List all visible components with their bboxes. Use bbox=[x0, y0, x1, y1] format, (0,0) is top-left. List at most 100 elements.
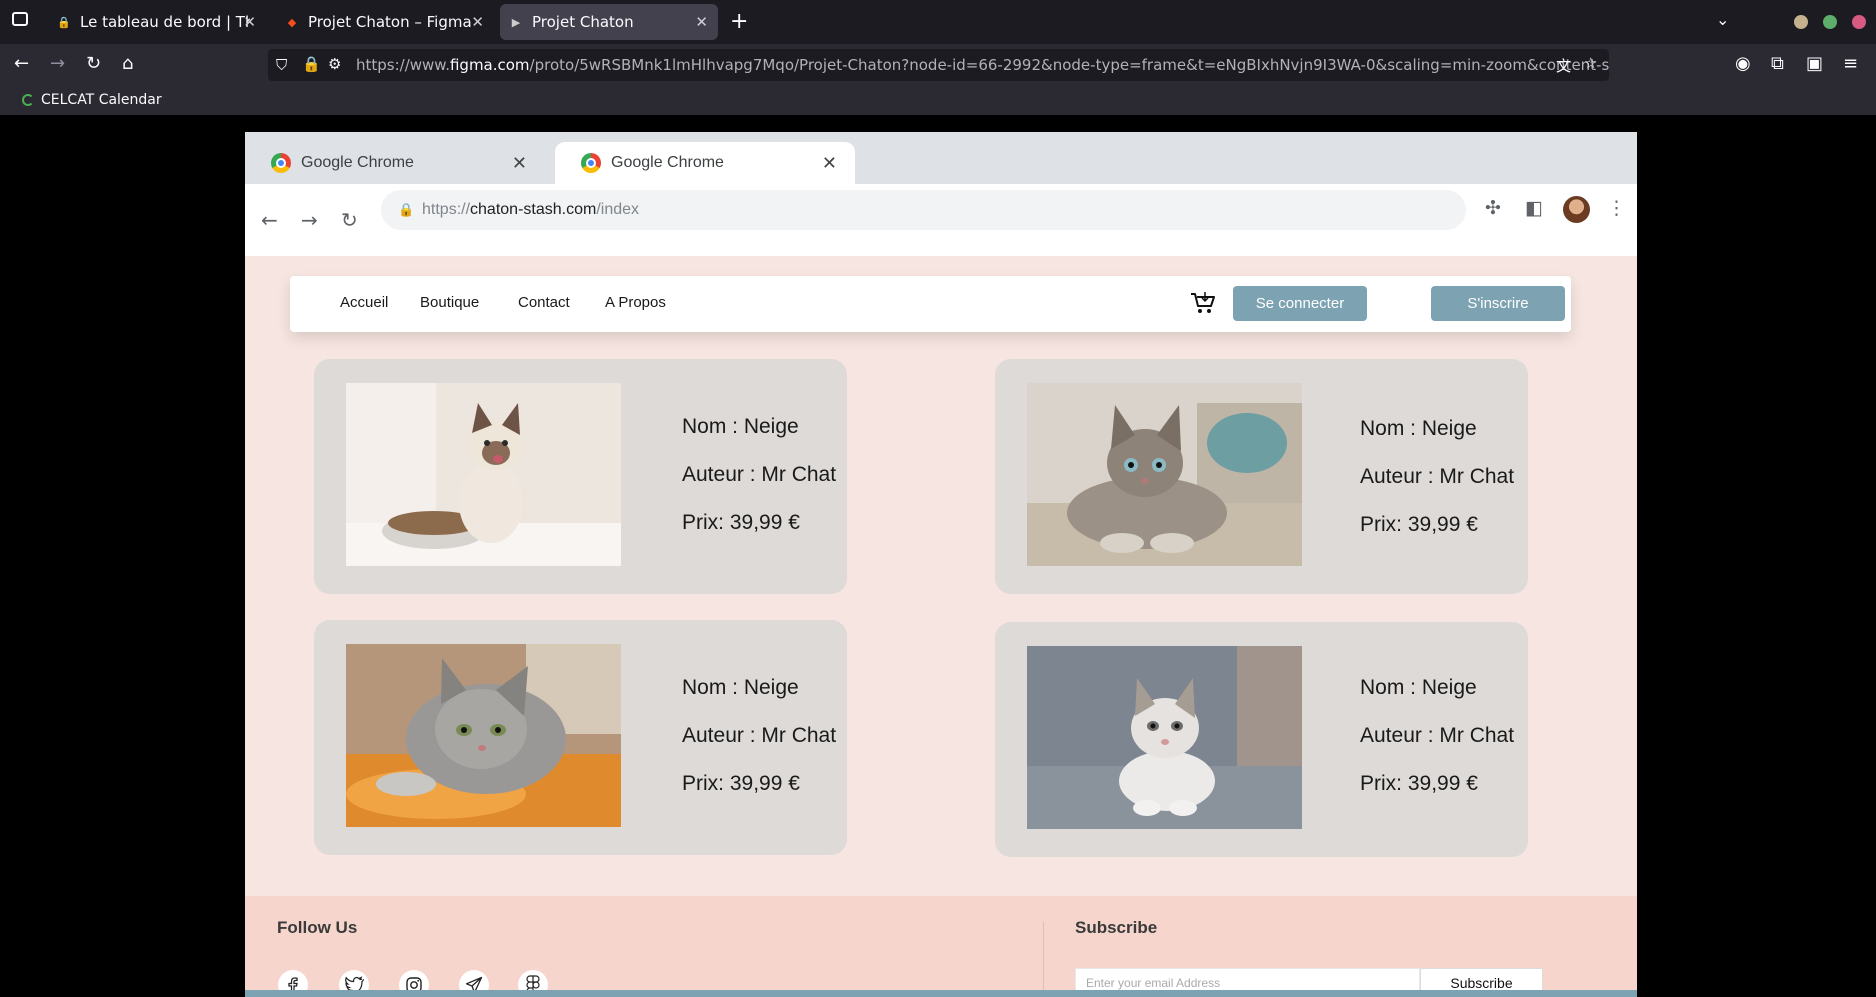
product-name: Nom : Neige bbox=[1360, 676, 1477, 699]
product-author: Auteur : Mr Chat bbox=[1360, 724, 1515, 747]
chevron-down-icon[interactable]: ⌄ bbox=[1716, 10, 1729, 29]
signup-button[interactable]: S'inscrire bbox=[1431, 286, 1565, 321]
home-icon[interactable]: ⌂ bbox=[122, 53, 133, 74]
extensions-icon[interactable]: ⧉ bbox=[1771, 53, 1784, 74]
nav-accueil[interactable]: Accueil bbox=[340, 294, 388, 311]
product-price: Prix: 39,99 € bbox=[682, 772, 800, 795]
site-navbar: Accueil Boutique Contact A Propos Se con… bbox=[290, 276, 1571, 332]
product-name: Nom : Neige bbox=[682, 676, 799, 699]
menu-icon[interactable]: ≡ bbox=[1843, 53, 1858, 74]
login-button[interactable]: Se connecter bbox=[1233, 286, 1367, 321]
product-card[interactable]: Nom : Neige Auteur : Mr Chat Prix: 39,99… bbox=[314, 620, 847, 855]
nav-boutique[interactable]: Boutique bbox=[420, 294, 479, 311]
kitten-image bbox=[1027, 383, 1302, 566]
close-window-button[interactable] bbox=[1852, 15, 1866, 29]
reload-icon[interactable]: ↻ bbox=[86, 53, 101, 74]
translate-icon[interactable]: 文 bbox=[1556, 55, 1571, 76]
play-icon: ▶ bbox=[511, 15, 521, 29]
follow-us-title: Follow Us bbox=[277, 918, 358, 937]
chrome-icon bbox=[581, 153, 601, 173]
outer-tab-bar: 🔒 Le tableau de bord | The H ✕ ◆ Projet … bbox=[0, 0, 1876, 44]
chrome-tab-strip: Google Chrome ✕ Google Chrome ✕ bbox=[245, 132, 1637, 184]
url-path: /index bbox=[596, 201, 640, 218]
chrome-tab-1[interactable]: Google Chrome ✕ bbox=[245, 142, 545, 184]
outer-nav-bar: ← → ↻ ⌂ https://www.figma.com/proto/5wRS… bbox=[0, 44, 1876, 87]
outer-url-bar[interactable]: https://www.figma.com/proto/5wRSBMnk1lmH… bbox=[268, 49, 1609, 81]
lock-icon[interactable]: 🔒 bbox=[302, 55, 321, 73]
back-icon[interactable]: ← bbox=[261, 208, 278, 232]
site-page: Accueil Boutique Contact A Propos Se con… bbox=[245, 256, 1637, 997]
permissions-icon[interactable]: ⚙ bbox=[328, 55, 341, 73]
loading-icon bbox=[22, 94, 34, 106]
url-path: /proto/5wRSBMnk1lmHlhvapg7Mqo/Projet-Cha… bbox=[529, 56, 1609, 74]
close-icon[interactable]: ✕ bbox=[512, 153, 527, 174]
chrome-tab-title: Google Chrome bbox=[611, 154, 724, 171]
product-info: Nom : Neige Auteur : Mr Chat Prix: 39,99… bbox=[1360, 405, 1514, 549]
close-icon[interactable]: ✕ bbox=[822, 153, 837, 174]
product-info: Nom : Neige Auteur : Mr Chat Prix: 39,99… bbox=[682, 664, 836, 808]
extensions-icon[interactable]: ✣ bbox=[1485, 197, 1501, 219]
lock-icon: 🔒 bbox=[57, 15, 71, 29]
forward-icon[interactable]: → bbox=[50, 53, 65, 74]
close-icon[interactable]: ✕ bbox=[471, 13, 484, 31]
chrome-icon bbox=[271, 153, 291, 173]
nav-contact[interactable]: Contact bbox=[518, 294, 570, 311]
product-card[interactable]: Nom : Neige Auteur : Mr Chat Prix: 39,99… bbox=[995, 622, 1528, 857]
chrome-tab-2[interactable]: Google Chrome ✕ bbox=[555, 142, 855, 184]
url-domain: chaton-stash.com bbox=[470, 201, 597, 218]
maximize-button[interactable] bbox=[1823, 15, 1837, 29]
product-author: Auteur : Mr Chat bbox=[682, 724, 837, 747]
outer-tab-title: Projet Chaton – Figma bbox=[308, 13, 472, 31]
outer-tab-figma[interactable]: ◆ Projet Chaton – Figma ✕ bbox=[276, 4, 494, 40]
forward-icon[interactable]: → bbox=[301, 208, 318, 232]
figma-icon: ◆ bbox=[287, 15, 297, 29]
product-author: Auteur : Mr Chat bbox=[1360, 465, 1515, 488]
product-author: Auteur : Mr Chat bbox=[682, 463, 837, 486]
url-prefix: https:// bbox=[422, 201, 471, 218]
outer-tab-title: Le tableau de bord | The H bbox=[80, 13, 250, 31]
outer-tab-projet-chaton[interactable]: ▶ Projet Chaton ✕ bbox=[500, 4, 718, 40]
cart-icon[interactable] bbox=[1190, 291, 1216, 315]
kitten-image bbox=[1027, 646, 1302, 829]
close-icon[interactable]: ✕ bbox=[243, 13, 256, 31]
star-icon[interactable]: ☆ bbox=[1584, 54, 1597, 72]
product-price: Prix: 39,99 € bbox=[682, 511, 800, 534]
url-prefix: https://www. bbox=[356, 56, 450, 74]
subscribe-title: Subscribe bbox=[1075, 918, 1158, 937]
chrome-mockup-frame: Google Chrome ✕ Google Chrome ✕ ← → ↻ 🔒 … bbox=[245, 132, 1637, 997]
reload-icon[interactable]: ↻ bbox=[341, 208, 358, 232]
outer-tab-dashboard[interactable]: 🔒 Le tableau de bord | The H ✕ bbox=[48, 4, 266, 40]
minimize-button[interactable] bbox=[1794, 15, 1808, 29]
chrome-address-bar[interactable]: 🔒 https://chaton-stash.com/index bbox=[381, 190, 1466, 230]
kitten-image bbox=[346, 383, 621, 566]
footer-divider bbox=[1043, 922, 1044, 997]
outer-tab-title: Projet Chaton bbox=[532, 13, 634, 31]
bitwarden-icon[interactable]: ▣ bbox=[1806, 53, 1823, 74]
more-icon[interactable]: ⋮ bbox=[1607, 197, 1626, 219]
lock-icon: 🔒 bbox=[398, 202, 415, 217]
tab-list-icon[interactable] bbox=[12, 12, 28, 26]
back-icon[interactable]: ← bbox=[14, 53, 29, 74]
account-icon[interactable]: ◉ bbox=[1735, 53, 1751, 74]
footer-bottom-strip bbox=[245, 990, 1637, 997]
bookmark-celcat[interactable]: CELCAT Calendar bbox=[22, 92, 162, 108]
bookmark-label: CELCAT Calendar bbox=[41, 92, 162, 108]
shield-icon[interactable]: ⛉ bbox=[276, 56, 287, 74]
avatar[interactable] bbox=[1563, 196, 1590, 223]
side-panel-icon[interactable]: ◧ bbox=[1525, 197, 1543, 219]
site-footer: Follow Us Subscribe Enter your email Add… bbox=[245, 896, 1637, 997]
product-name: Nom : Neige bbox=[1360, 417, 1477, 440]
product-info: Nom : Neige Auteur : Mr Chat Prix: 39,99… bbox=[682, 403, 836, 547]
product-card[interactable]: Nom : Neige Auteur : Mr Chat Prix: 39,99… bbox=[995, 359, 1528, 594]
url-domain: figma.com bbox=[449, 56, 530, 74]
product-price: Prix: 39,99 € bbox=[1360, 513, 1478, 536]
product-name: Nom : Neige bbox=[682, 415, 799, 438]
product-card[interactable]: Nom : Neige Auteur : Mr Chat Prix: 39,99… bbox=[314, 359, 847, 594]
product-info: Nom : Neige Auteur : Mr Chat Prix: 39,99… bbox=[1360, 664, 1514, 808]
nav-a-propos[interactable]: A Propos bbox=[605, 294, 666, 311]
product-price: Prix: 39,99 € bbox=[1360, 772, 1478, 795]
new-tab-icon[interactable]: + bbox=[730, 9, 748, 34]
bookmarks-bar: CELCAT Calendar bbox=[0, 87, 1876, 115]
kitten-image bbox=[346, 644, 621, 827]
close-icon[interactable]: ✕ bbox=[695, 13, 708, 31]
